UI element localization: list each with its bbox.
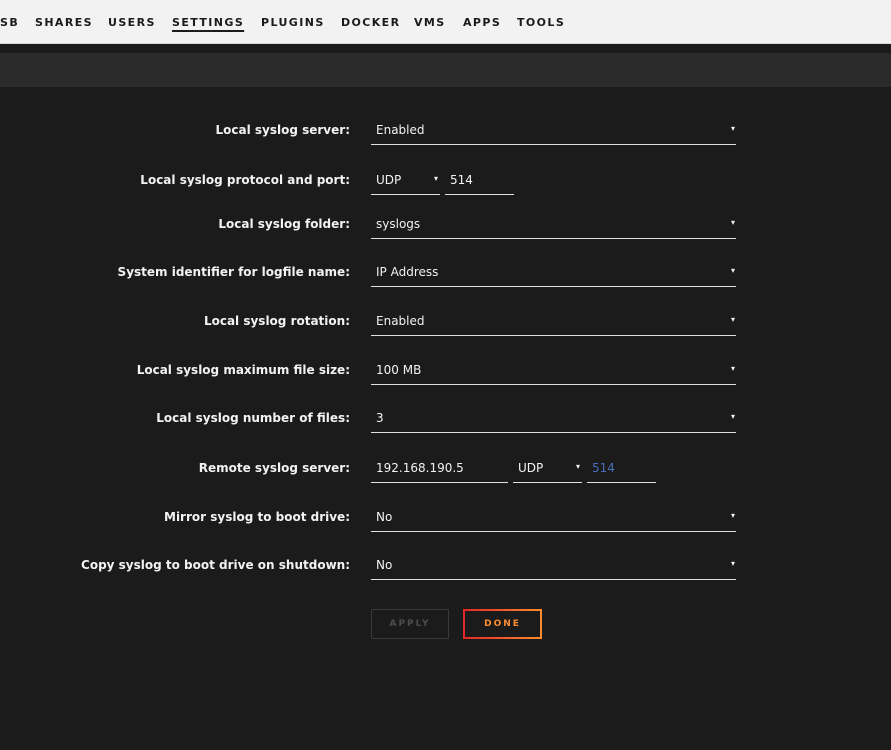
local-syslog-server-value: Enabled xyxy=(376,123,425,137)
row-copy-syslog-shutdown: Copy syslog to boot drive on shutdown: N… xyxy=(0,550,891,580)
copy-syslog-shutdown-select[interactable]: No ▾ xyxy=(371,550,736,580)
nav-item-usb[interactable]: SB xyxy=(0,16,19,29)
nav-item-vms[interactable]: VMS xyxy=(414,16,446,29)
dropdown-arrow-icon: ▾ xyxy=(433,174,438,183)
remote-syslog-protocol-value: UDP xyxy=(518,461,544,475)
row-local-syslog-rotation: Local syslog rotation: Enabled ▾ xyxy=(0,306,891,336)
local-syslog-num-files-value: 3 xyxy=(376,411,384,425)
settings-form: Local syslog server: Enabled ▾ Local sys… xyxy=(0,87,891,750)
local-syslog-max-size-value: 100 MB xyxy=(376,363,422,377)
remote-syslog-protocol-select[interactable]: UDP ▾ xyxy=(513,453,582,483)
local-syslog-protocol-port-label: Local syslog protocol and port: xyxy=(140,173,350,187)
row-remote-syslog-server: Remote syslog server: 192.168.190.5 UDP … xyxy=(0,453,891,483)
row-action-buttons: APPLY DONE xyxy=(0,609,891,639)
local-syslog-folder-value: syslogs xyxy=(376,217,421,231)
nav-item-docker[interactable]: DOCKER xyxy=(341,16,400,29)
dropdown-arrow-icon: ▾ xyxy=(730,218,735,227)
done-button[interactable]: DONE xyxy=(463,609,542,639)
row-local-syslog-protocol-port: Local syslog protocol and port: UDP ▾ 51… xyxy=(0,165,891,195)
remote-syslog-address-value: 192.168.190.5 xyxy=(376,461,464,475)
nav-item-settings[interactable]: SETTINGS xyxy=(172,16,244,29)
system-identifier-label: System identifier for logfile name: xyxy=(117,265,350,279)
local-syslog-port-value: 514 xyxy=(450,173,473,187)
local-syslog-max-size-label: Local syslog maximum file size: xyxy=(136,363,350,377)
system-identifier-value: IP Address xyxy=(376,265,439,279)
local-syslog-folder-label: Local syslog folder: xyxy=(218,217,350,231)
copy-syslog-shutdown-label: Copy syslog to boot drive on shutdown: xyxy=(81,558,350,572)
mirror-syslog-select[interactable]: No ▾ xyxy=(371,502,736,532)
nav-item-tools[interactable]: TOOLS xyxy=(517,16,565,29)
dropdown-arrow-icon: ▾ xyxy=(730,412,735,421)
dropdown-arrow-icon: ▾ xyxy=(730,124,735,133)
remote-syslog-port-value: 514 xyxy=(592,461,615,475)
nav-item-shares[interactable]: SHARES xyxy=(35,16,93,29)
system-identifier-select[interactable]: IP Address ▾ xyxy=(371,257,736,287)
local-syslog-folder-select[interactable]: syslogs ▾ xyxy=(371,209,736,239)
local-syslog-server-select[interactable]: Enabled ▾ xyxy=(371,115,736,145)
local-syslog-protocol-select[interactable]: UDP ▾ xyxy=(371,165,440,195)
local-syslog-num-files-label: Local syslog number of files: xyxy=(156,411,350,425)
row-local-syslog-num-files: Local syslog number of files: 3 ▾ xyxy=(0,403,891,433)
local-syslog-rotation-value: Enabled xyxy=(376,314,425,328)
dropdown-arrow-icon: ▾ xyxy=(730,511,735,520)
copy-syslog-shutdown-value: No xyxy=(376,558,393,572)
dropdown-arrow-icon: ▾ xyxy=(730,559,735,568)
nav-item-users[interactable]: USERS xyxy=(108,16,156,29)
mirror-syslog-label: Mirror syslog to boot drive: xyxy=(164,510,350,524)
dropdown-arrow-icon: ▾ xyxy=(730,364,735,373)
mirror-syslog-value: No xyxy=(376,510,393,524)
row-system-identifier: System identifier for logfile name: IP A… xyxy=(0,257,891,287)
local-syslog-num-files-select[interactable]: 3 ▾ xyxy=(371,403,736,433)
local-syslog-server-label: Local syslog server: xyxy=(215,123,350,137)
local-syslog-port-input[interactable]: 514 xyxy=(445,165,514,195)
row-local-syslog-folder: Local syslog folder: syslogs ▾ xyxy=(0,209,891,239)
dropdown-arrow-icon: ▾ xyxy=(730,315,735,324)
top-nav-bar: SB SHARES USERS SETTINGS PLUGINS DOCKER … xyxy=(0,0,891,44)
section-title-bar xyxy=(0,53,891,87)
local-syslog-max-size-select[interactable]: 100 MB ▾ xyxy=(371,355,736,385)
local-syslog-rotation-select[interactable]: Enabled ▾ xyxy=(371,306,736,336)
remote-syslog-address-input[interactable]: 192.168.190.5 xyxy=(371,453,508,483)
nav-item-plugins[interactable]: PLUGINS xyxy=(261,16,325,29)
row-local-syslog-server: Local syslog server: Enabled ▾ xyxy=(0,115,891,145)
local-syslog-rotation-label: Local syslog rotation: xyxy=(203,314,350,328)
nav-item-apps[interactable]: APPS xyxy=(463,16,501,29)
dropdown-arrow-icon: ▾ xyxy=(575,462,580,471)
row-local-syslog-max-size: Local syslog maximum file size: 100 MB ▾ xyxy=(0,355,891,385)
apply-button[interactable]: APPLY xyxy=(371,609,449,639)
remote-syslog-port-input[interactable]: 514 xyxy=(587,453,656,483)
row-mirror-syslog: Mirror syslog to boot drive: No ▾ xyxy=(0,502,891,532)
remote-syslog-server-label: Remote syslog server: xyxy=(198,461,350,475)
local-syslog-protocol-value: UDP xyxy=(376,173,402,187)
dropdown-arrow-icon: ▾ xyxy=(730,266,735,275)
